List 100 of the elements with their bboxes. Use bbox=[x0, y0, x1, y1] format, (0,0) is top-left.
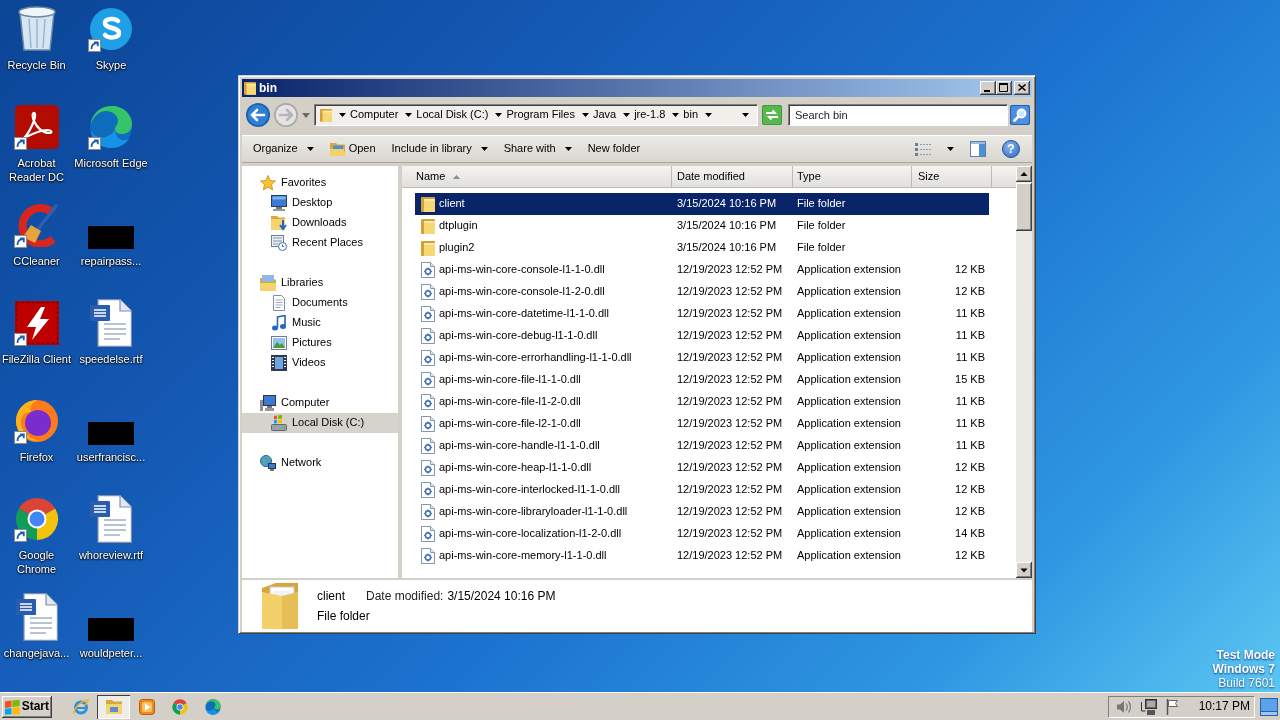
document-icon[interactable] bbox=[15, 593, 58, 641]
edge-icon[interactable] bbox=[89, 105, 133, 149]
file-row[interactable]: api-ms-win-core-errorhandling-l1-1-0.dll 12/19/2023 12:52 PM Application extension 11 KB bbox=[415, 347, 989, 369]
icon-label[interactable]: CCleaner bbox=[13, 254, 60, 268]
recycle-bin-icon[interactable] bbox=[16, 6, 57, 52]
toolbar-menu-button[interactable]: Include in library bbox=[383, 139, 496, 159]
skype-icon[interactable] bbox=[89, 7, 133, 51]
icon-label[interactable]: Firefox bbox=[19, 450, 54, 464]
icon-label[interactable]: Microsoft Edge bbox=[74, 156, 148, 170]
nav-item[interactable]: Documents bbox=[242, 293, 398, 313]
show-desktop-button[interactable] bbox=[1260, 697, 1278, 716]
gear-file-icon bbox=[421, 416, 435, 432]
nav-item[interactable]: Favorites bbox=[242, 173, 398, 193]
icon-label[interactable]: Skype bbox=[95, 58, 127, 72]
file-row[interactable]: dtplugin 3/15/2024 10:16 PM File folder bbox=[415, 215, 989, 237]
scrollbar-thumb[interactable] bbox=[1016, 183, 1032, 231]
icon-label[interactable]: Google Chrome bbox=[0, 548, 73, 576]
file-row[interactable]: api-ms-win-core-memory-l1-1-0.dll 12/19/2023 12:52 PM Application extension 12 KB bbox=[415, 545, 989, 567]
nav-item[interactable]: Network bbox=[242, 453, 398, 473]
file-row[interactable]: api-ms-win-core-datetime-l1-1-0.dll 12/19/2023 12:52 PM Application extension 11 KB bbox=[415, 303, 989, 325]
icon-label[interactable]: wouldpeter... bbox=[79, 646, 143, 660]
nav-item[interactable]: Computer bbox=[242, 393, 398, 413]
file-row[interactable]: api-ms-win-core-file-l2-1-0.dll 12/19/2023 12:52 PM Application extension 11 KB bbox=[415, 413, 989, 435]
speaker-icon[interactable] bbox=[1115, 698, 1132, 715]
column-header[interactable]: Name bbox=[402, 166, 672, 187]
network-icon[interactable] bbox=[1140, 698, 1157, 715]
file-row[interactable]: api-ms-win-core-console-l1-1-0.dll 12/19/2023 12:52 PM Application extension 12 KB bbox=[415, 259, 989, 281]
nav-item[interactable]: Local Disk (C:) bbox=[242, 413, 398, 433]
icon-label[interactable]: userfrancisc... bbox=[76, 450, 146, 464]
nav-item[interactable]: Music bbox=[242, 313, 398, 333]
nav-item[interactable]: Videos bbox=[242, 353, 398, 373]
scroll-up-button[interactable] bbox=[1016, 166, 1032, 182]
document-icon[interactable] bbox=[90, 495, 132, 543]
file-row[interactable]: api-ms-win-core-heap-l1-1-0.dll 12/19/2023 12:52 PM Application extension 12 KB bbox=[415, 457, 989, 479]
nav-item[interactable]: Downloads bbox=[242, 213, 398, 233]
os-info-text: Build 7601 bbox=[1218, 676, 1275, 690]
acrobat-icon[interactable] bbox=[14, 105, 59, 149]
breadcrumb[interactable]: Java bbox=[592, 108, 617, 122]
file-row[interactable]: api-ms-win-core-interlocked-l1-1-0.dll 12/19/2023 12:52 PM Application extension 12 KB bbox=[415, 479, 989, 501]
filezilla-icon[interactable] bbox=[14, 301, 59, 345]
file-row[interactable]: client 3/15/2024 10:16 PM File folder bbox=[415, 193, 989, 215]
column-header[interactable]: Date modified bbox=[672, 166, 793, 187]
breadcrumb[interactable]: bin bbox=[683, 108, 698, 122]
breadcrumb[interactable]: Local Disk (C:) bbox=[416, 108, 489, 122]
maximize-button[interactable] bbox=[996, 81, 1012, 95]
toolbar-menu-button[interactable]: Organize bbox=[245, 139, 322, 159]
file-row[interactable]: api-ms-win-core-handle-l1-1-0.dll 12/19/2023 12:52 PM Application extension 11 KB bbox=[415, 435, 989, 457]
document-icon[interactable] bbox=[90, 299, 132, 347]
icon-label[interactable]: Recycle Bin bbox=[7, 58, 66, 72]
icon-label[interactable]: Acrobat Reader DC bbox=[0, 156, 73, 184]
icon-label[interactable]: FileZilla Client bbox=[1, 352, 72, 366]
column-header[interactable]: Type bbox=[793, 166, 912, 187]
caret-icon[interactable] bbox=[947, 147, 954, 151]
search-button[interactable] bbox=[1010, 105, 1030, 125]
column-header[interactable]: Size bbox=[912, 166, 992, 187]
file-row[interactable]: api-ms-win-core-localization-l1-2-0.dll 12/19/2023 12:52 PM Application extension 14 KB bbox=[415, 523, 989, 545]
caret-icon[interactable] bbox=[705, 113, 712, 117]
firefox-icon[interactable] bbox=[14, 399, 59, 443]
icon-label[interactable]: repairpass... bbox=[80, 254, 142, 268]
nav-item[interactable]: Libraries bbox=[242, 273, 398, 293]
open-button[interactable]: Open bbox=[321, 138, 384, 160]
view-list-icon[interactable] bbox=[915, 142, 931, 156]
breadcrumb[interactable]: jre-1.8 bbox=[634, 108, 666, 122]
search-field[interactable]: Search bin bbox=[788, 104, 1008, 126]
toolbar-menu-button[interactable]: Share with bbox=[495, 139, 580, 159]
close-button[interactable] bbox=[1014, 81, 1030, 95]
file-row[interactable]: api-ms-win-core-libraryloader-l1-1-0.dll 12/19/2023 12:52 PM Application extension 12 KB bbox=[415, 501, 989, 523]
taskbar-button[interactable] bbox=[97, 694, 130, 719]
caret-icon[interactable] bbox=[672, 113, 680, 117]
nav-item[interactable]: Pictures bbox=[242, 333, 398, 353]
breadcrumb[interactable]: Computer bbox=[350, 108, 399, 122]
address-bar[interactable]: Computer Local Disk (C:) Program Files Java jre-1.8 bin bbox=[314, 104, 758, 126]
caret-icon[interactable] bbox=[339, 113, 346, 117]
chrome-icon[interactable] bbox=[14, 497, 59, 541]
start-button[interactable]: Start bbox=[2, 695, 52, 718]
file-row[interactable]: api-ms-win-core-file-l1-2-0.dll 12/19/2023 12:52 PM Application extension 11 KB bbox=[415, 391, 989, 413]
toolbar-button[interactable]: New folder bbox=[579, 139, 649, 159]
scroll-down-button[interactable] bbox=[1016, 562, 1032, 578]
file-row[interactable]: api-ms-win-core-debug-l1-1-0.dll 12/19/2023 12:52 PM Application extension 11 KB bbox=[415, 325, 989, 347]
flag-icon[interactable] bbox=[1165, 698, 1180, 715]
file-row[interactable]: plugin2 3/15/2024 10:16 PM File folder bbox=[415, 237, 989, 259]
caret-icon[interactable] bbox=[742, 113, 749, 117]
caret-icon[interactable] bbox=[581, 113, 589, 117]
file-row[interactable]: api-ms-win-core-file-l1-1-0.dll 12/19/2023 12:52 PM Application extension 15 KB bbox=[415, 369, 989, 391]
back-button[interactable] bbox=[246, 103, 270, 127]
caret-icon[interactable] bbox=[495, 113, 503, 117]
icon-label[interactable]: changejava... bbox=[3, 646, 70, 660]
caret-icon[interactable] bbox=[623, 113, 631, 117]
file-row[interactable]: api-ms-win-core-console-l1-2-0.dll 12/19/2023 12:52 PM Application extension 12 KB bbox=[415, 281, 989, 303]
nav-item[interactable]: Recent Places bbox=[242, 233, 398, 253]
icon-label[interactable]: whoreview.rtf bbox=[78, 548, 144, 562]
preview-pane-icon[interactable] bbox=[970, 141, 986, 157]
caret-icon[interactable] bbox=[405, 113, 413, 117]
scrollbar[interactable] bbox=[1016, 166, 1032, 578]
nav-item[interactable]: Desktop bbox=[242, 193, 398, 213]
breadcrumb[interactable]: Program Files bbox=[506, 108, 575, 122]
icon-label[interactable]: speedelse.rtf bbox=[79, 352, 143, 366]
refresh-button[interactable] bbox=[762, 105, 782, 125]
clock[interactable]: 10:17 PM bbox=[1198, 699, 1250, 714]
minimize-button[interactable] bbox=[980, 81, 996, 95]
